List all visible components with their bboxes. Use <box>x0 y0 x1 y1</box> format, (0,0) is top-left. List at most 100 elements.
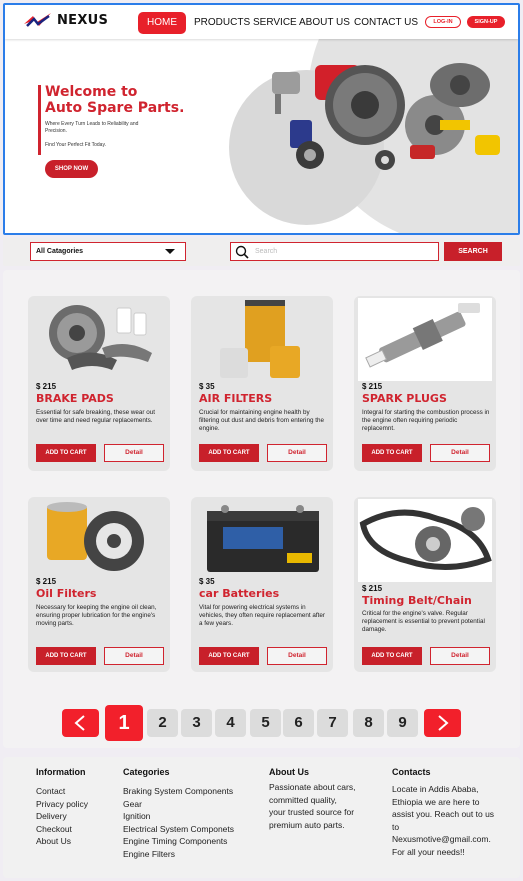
nav-products-link[interactable]: PRODUCTS <box>194 17 250 28</box>
hero-title-line1: Welcome to <box>45 84 138 100</box>
nav-home-link[interactable]: HOME <box>138 12 186 34</box>
footer-category-link[interactable]: Braking System Components <box>123 785 234 798</box>
product-card: $ 35 AIR FILTERS Crucial for maintaining… <box>191 296 333 471</box>
add-to-cart-button[interactable]: ADD TO CART <box>362 647 422 665</box>
footer-link-about[interactable]: About Us <box>36 835 88 848</box>
search-icon <box>235 245 249 259</box>
hero-subtitle: Where Every Turn Leads to Reliability an… <box>45 121 139 134</box>
add-to-cart-button[interactable]: ADD TO CART <box>36 444 96 462</box>
prev-page-button[interactable] <box>62 709 99 737</box>
footer-about-line: your trusted source for <box>269 807 355 817</box>
page-button[interactable]: 9 <box>387 709 418 737</box>
search-button[interactable]: SEARCH <box>444 242 502 261</box>
product-card: $ 215 BRAKE PADS Essential for safe brea… <box>28 296 170 471</box>
footer-link-checkout[interactable]: Checkout <box>36 823 88 836</box>
page-button[interactable]: 4 <box>215 709 246 737</box>
shop-now-button[interactable]: SHOP NOW <box>45 160 98 178</box>
footer-contacts-line: assist you. Reach out to us <box>392 809 495 819</box>
nexus-logo-icon <box>24 13 51 27</box>
detail-button[interactable]: Detail <box>430 647 490 665</box>
signup-button[interactable]: SIGN-UP <box>467 16 505 28</box>
nav-about-link[interactable]: ABOUT US <box>299 17 350 28</box>
detail-button[interactable]: Detail <box>267 444 327 462</box>
footer-contacts-title: Contacts <box>392 767 431 777</box>
footer-about-line: committed quality, <box>269 794 337 805</box>
page-button-active[interactable]: 1 <box>105 705 143 741</box>
top-navbar: NEXUS HOME PRODUCTS SERVICE ABOUT US CON… <box>5 5 518 39</box>
search-bar: All Catagories Search SEARCH <box>3 238 520 266</box>
footer-category-link[interactable]: Ignition <box>123 810 234 823</box>
page-button[interactable]: 6 <box>283 709 314 737</box>
detail-button[interactable]: Detail <box>430 444 490 462</box>
detail-button[interactable]: Detail <box>104 647 164 665</box>
product-description: Integral for starting the combustion pro… <box>362 409 490 432</box>
air-filters-image <box>220 300 300 378</box>
detail-button[interactable]: Detail <box>267 647 327 665</box>
chevron-right-icon <box>438 715 449 731</box>
hero-tagline: Find Your Perfect Fit Today. <box>45 142 106 148</box>
chevron-left-icon <box>74 715 85 731</box>
page-button[interactable]: 8 <box>353 709 384 737</box>
add-to-cart-button[interactable]: ADD TO CART <box>362 444 422 462</box>
next-page-button[interactable] <box>424 709 461 737</box>
hero-title-line2: Auto Spare Parts. <box>45 100 185 116</box>
product-description: Vital for powering electrical systems in… <box>199 604 326 627</box>
detail-button[interactable]: Detail <box>104 444 164 462</box>
footer-link-privacy[interactable]: Privacy policy <box>36 798 88 811</box>
footer-category-link[interactable]: Gear <box>123 798 234 811</box>
add-to-cart-button[interactable]: ADD TO CART <box>199 444 259 462</box>
product-name[interactable]: AIR FILTERS <box>199 392 272 405</box>
product-description: Critical for the engine's valve. Regular… <box>362 610 485 633</box>
footer-about-title: About Us <box>269 767 309 777</box>
product-price: $ 35 <box>199 382 215 391</box>
product-price: $ 215 <box>36 382 57 391</box>
product-description: Crucial for maintaining engine health by… <box>199 409 324 432</box>
hero-title: Welcome to Auto Spare Parts. <box>45 84 184 116</box>
footer-contact-email[interactable]: Nexusmotive@gmail.com. <box>392 833 494 846</box>
footer-categories-title: Categories <box>123 767 170 777</box>
footer-information-title: Information <box>36 767 86 777</box>
product-card: $ 215 Timing Belt/Chain Critical for the… <box>354 497 496 672</box>
product-name[interactable]: Oil Filters <box>36 587 96 600</box>
product-description: Essential for safe breaking, these wear … <box>36 409 156 424</box>
footer-information-list: Contact Privacy policy Delivery Checkout… <box>36 785 88 848</box>
add-to-cart-button[interactable]: ADD TO CART <box>199 647 259 665</box>
login-button[interactable]: LOG-IN <box>425 16 461 28</box>
search-input[interactable]: Search <box>230 242 439 261</box>
footer-category-link[interactable]: Engine Filters <box>123 848 234 861</box>
add-to-cart-button[interactable]: ADD TO CART <box>36 647 96 665</box>
brand-logo[interactable]: NEXUS <box>23 12 108 28</box>
page-button[interactable]: 2 <box>147 709 178 737</box>
footer-contacts-text: Locate in Addis Ababa, Ethiopia we are h… <box>392 783 494 858</box>
footer-about-text: Passionate about cars, committed quality… <box>269 781 355 831</box>
footer-about-line: premium auto parts. <box>269 819 345 830</box>
product-name[interactable]: SPARK PLUGS <box>362 392 447 405</box>
spark-plugs-image <box>358 298 492 381</box>
nav-service-link[interactable]: SERVICE <box>253 17 297 28</box>
product-name[interactable]: BRAKE PADS <box>36 392 114 405</box>
page-button[interactable]: 7 <box>317 709 348 737</box>
oil-filters-image <box>47 502 144 571</box>
page-button[interactable]: 3 <box>181 709 212 737</box>
category-select-value: All Catagories <box>36 248 84 255</box>
page-button[interactable]: 5 <box>250 709 281 737</box>
car-battery-image <box>207 505 319 572</box>
brake-pads-image <box>49 305 152 370</box>
footer-link-delivery[interactable]: Delivery <box>36 810 88 823</box>
footer-category-link[interactable]: Engine Timing Components <box>123 835 234 848</box>
footer-contacts-line: to <box>392 821 400 832</box>
footer-category-link[interactable]: Electrical System Componets <box>123 823 234 836</box>
category-select[interactable]: All Catagories <box>30 242 186 261</box>
footer-link-contact[interactable]: Contact <box>36 785 88 798</box>
product-name[interactable]: Timing Belt/Chain <box>362 594 472 607</box>
hero-accent-bar <box>38 85 41 155</box>
footer-about-line: Passionate about cars, <box>269 782 356 792</box>
product-grid: $ 215 BRAKE PADS Essential for safe brea… <box>3 270 520 748</box>
footer-contacts-line: For all your needs!! <box>392 846 465 857</box>
product-name[interactable]: car Batteries <box>199 587 279 600</box>
site-footer: Information Contact Privacy policy Deliv… <box>3 757 520 878</box>
product-price: $ 215 <box>362 584 383 593</box>
footer-contacts-line: Locate in Addis Ababa, <box>392 784 479 794</box>
nav-contact-link[interactable]: CONTACT US <box>354 17 418 28</box>
product-price: $ 35 <box>199 577 215 586</box>
